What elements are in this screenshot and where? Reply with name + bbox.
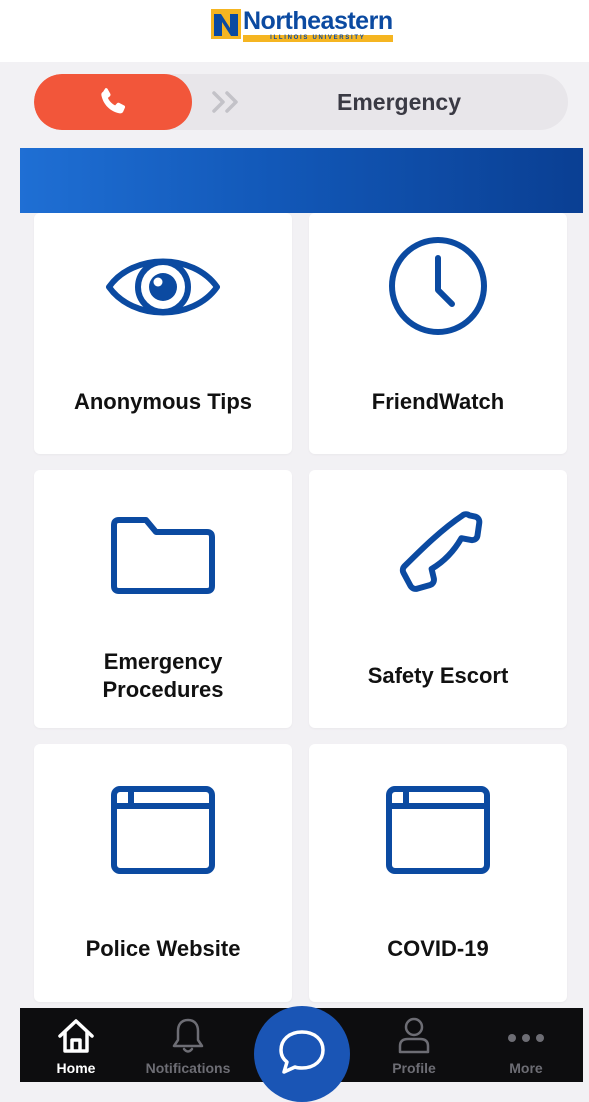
logo-mark-icon (211, 9, 241, 39)
ellipsis-icon (508, 1034, 544, 1042)
tile-label: Emergency Procedures (102, 649, 224, 702)
emergency-slider[interactable]: Emergency (34, 74, 568, 130)
tile-label: FriendWatch (371, 389, 505, 414)
emergency-slider-knob[interactable] (34, 74, 192, 130)
tile-label: COVID-19 (387, 936, 489, 961)
tile-label: Anonymous Tips (73, 389, 253, 414)
chat-button[interactable] (254, 1006, 350, 1102)
phone-icon (399, 511, 483, 592)
tab-notifications[interactable]: Notifications (138, 1008, 238, 1082)
tile-covid-19[interactable]: COVID-19 (309, 744, 567, 1002)
tab-profile[interactable]: Profile (364, 1008, 464, 1082)
logo-wordmark: Northeastern (243, 7, 393, 35)
home-icon (58, 1019, 94, 1053)
double-chevron-right-icon (212, 91, 238, 113)
person-icon (398, 1017, 430, 1054)
tile-label: Police Website (85, 936, 241, 961)
logo-subtext: ILLINOIS UNIVERSITY (243, 35, 393, 42)
tab-label: Notifications (145, 1060, 231, 1076)
tile-friendwatch[interactable]: FriendWatch (309, 213, 567, 454)
tile-police-website[interactable]: Police Website (34, 744, 292, 1002)
browser-window-icon (111, 786, 215, 874)
chat-bubble-icon (279, 1030, 325, 1074)
tab-label: Profile (392, 1060, 436, 1076)
tile-safety-escort[interactable]: Safety Escort (309, 470, 567, 728)
eye-icon (106, 258, 220, 316)
tile-anonymous-tips[interactable]: Anonymous Tips (34, 213, 292, 454)
clock-icon (389, 237, 487, 335)
tile-emergency-procedures[interactable]: Emergency Procedures (34, 470, 292, 728)
tab-home[interactable]: Home (26, 1008, 126, 1082)
bell-icon (172, 1018, 204, 1053)
emergency-slider-label: Emergency (336, 89, 461, 115)
tile-label: Safety Escort (367, 663, 509, 688)
phone-icon (101, 88, 126, 114)
folder-icon (111, 517, 215, 594)
tab-label: Home (56, 1060, 96, 1076)
browser-window-icon (386, 786, 490, 874)
header-banner (20, 148, 583, 213)
tab-more[interactable]: More (476, 1008, 576, 1082)
app-header: Northeastern ILLINOIS UNIVERSITY (0, 0, 589, 62)
university-logo: Northeastern ILLINOIS UNIVERSITY (211, 9, 393, 42)
tab-label: More (509, 1060, 543, 1076)
